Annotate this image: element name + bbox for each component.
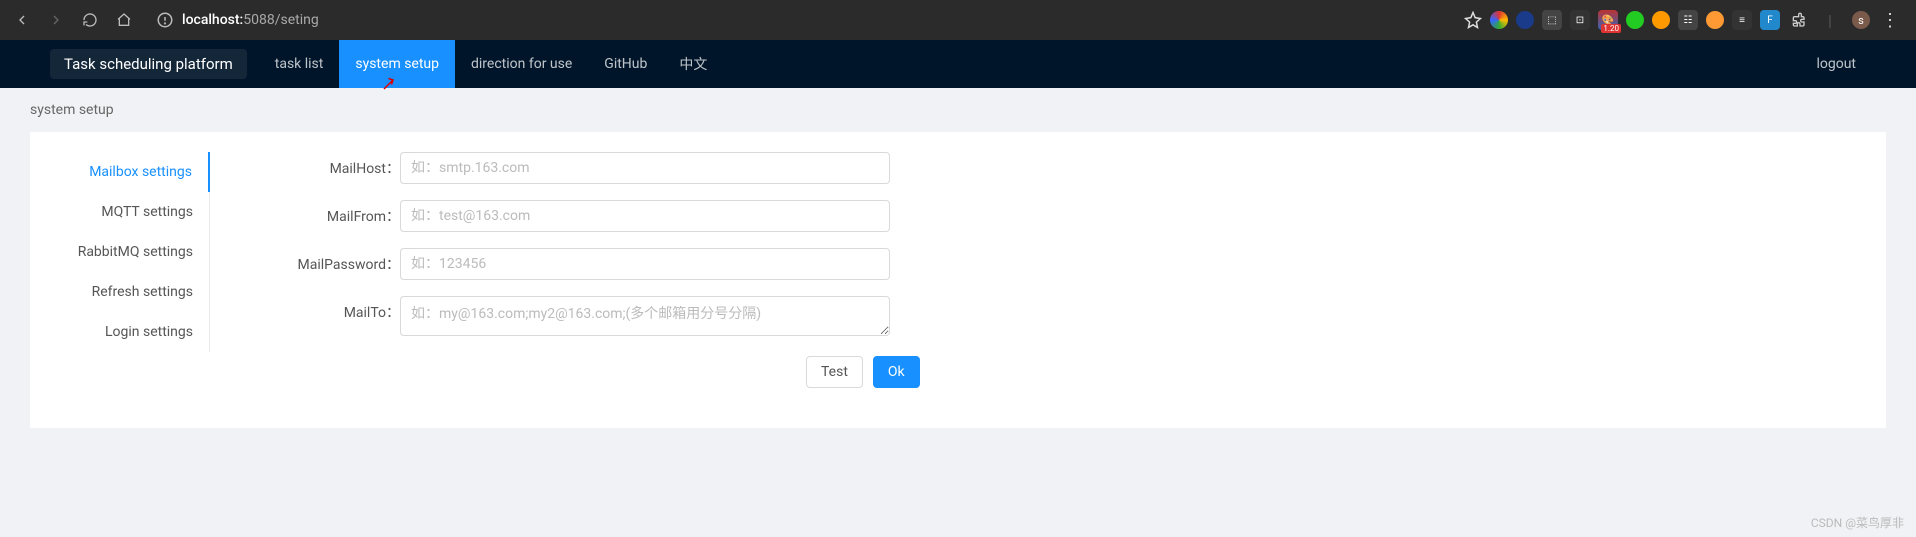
extensions-menu-icon[interactable]: [1788, 10, 1808, 30]
forward-button[interactable]: [42, 6, 70, 34]
nav-tab-direction[interactable]: direction for use: [455, 40, 588, 88]
bookmark-star-icon[interactable]: [1464, 11, 1482, 29]
site-info-icon[interactable]: [156, 11, 174, 29]
input-mailfrom[interactable]: [400, 200, 890, 232]
nav-tab-system-setup[interactable]: system setup: [339, 40, 455, 88]
breadcrumb: system setup: [0, 88, 1916, 132]
side-tab-mqtt[interactable]: MQTT settings: [60, 192, 210, 232]
brand-title: Task scheduling platform: [50, 49, 247, 79]
nav-tab-github[interactable]: GitHub: [588, 40, 663, 88]
annotation-arrow-icon: [381, 74, 399, 96]
extension-icon[interactable]: ☷: [1678, 10, 1698, 30]
input-mailhost[interactable]: [400, 152, 890, 184]
reload-button[interactable]: [76, 6, 104, 34]
extension-icon[interactable]: [1626, 11, 1644, 29]
url-host: localhost:: [182, 12, 243, 28]
side-tab-login[interactable]: Login settings: [60, 312, 210, 352]
url-path: 5088/seting: [243, 12, 318, 28]
input-mailpassword[interactable]: [400, 248, 890, 280]
back-button[interactable]: [8, 6, 36, 34]
side-tabs: Mailbox settings MQTT settings RabbitMQ …: [60, 152, 210, 388]
extension-icon[interactable]: [1706, 11, 1724, 29]
side-tab-rabbitmq[interactable]: RabbitMQ settings: [60, 232, 210, 272]
divider: |: [1816, 6, 1844, 34]
app-header: Task scheduling platform task list syste…: [0, 40, 1916, 88]
settings-form: MailHost： MailFrom： MailPassword： MailTo…: [210, 152, 970, 388]
extension-icon[interactable]: ⬚: [1542, 10, 1562, 30]
extension-icon[interactable]: [1516, 11, 1534, 29]
profile-avatar[interactable]: s: [1852, 11, 1870, 29]
textarea-mailto[interactable]: [400, 296, 890, 336]
side-tab-mailbox[interactable]: Mailbox settings: [60, 152, 210, 192]
extension-icon[interactable]: 🎨1.20: [1598, 10, 1618, 30]
extension-icon[interactable]: ⊡: [1570, 10, 1590, 30]
browser-menu-icon[interactable]: ⋮: [1878, 10, 1902, 31]
logout-link[interactable]: logout: [1806, 56, 1866, 72]
label-mailhost: MailHost：: [250, 152, 400, 178]
label-mailpassword: MailPassword：: [250, 248, 400, 274]
side-tab-refresh[interactable]: Refresh settings: [60, 272, 210, 312]
browser-toolbar: localhost: 5088/seting ⬚ ⊡ 🎨1.20 ☷ ≡ F |…: [0, 0, 1916, 40]
label-mailto: MailTo：: [250, 296, 400, 322]
home-button[interactable]: [110, 6, 138, 34]
content-card: Mailbox settings MQTT settings RabbitMQ …: [30, 132, 1886, 428]
nav-tabs: task list system setup direction for use…: [259, 40, 724, 88]
address-bar[interactable]: localhost: 5088/seting: [148, 7, 327, 33]
ok-button[interactable]: Ok: [873, 356, 920, 388]
extension-icon[interactable]: [1490, 11, 1508, 29]
extension-icon[interactable]: F: [1760, 10, 1780, 30]
nav-tab-lang[interactable]: 中文: [663, 40, 723, 88]
nav-tab-task-list[interactable]: task list: [259, 40, 340, 88]
watermark: CSDN @菜鸟厚非: [1811, 514, 1904, 531]
label-mailfrom: MailFrom：: [250, 200, 400, 226]
extension-icon[interactable]: [1652, 11, 1670, 29]
extension-badge: 1.20: [1601, 24, 1621, 33]
test-button[interactable]: Test: [806, 356, 863, 388]
browser-right-icons: ⬚ ⊡ 🎨1.20 ☷ ≡ F | s ⋮: [1464, 6, 1908, 34]
extension-icon[interactable]: ≡: [1732, 10, 1752, 30]
